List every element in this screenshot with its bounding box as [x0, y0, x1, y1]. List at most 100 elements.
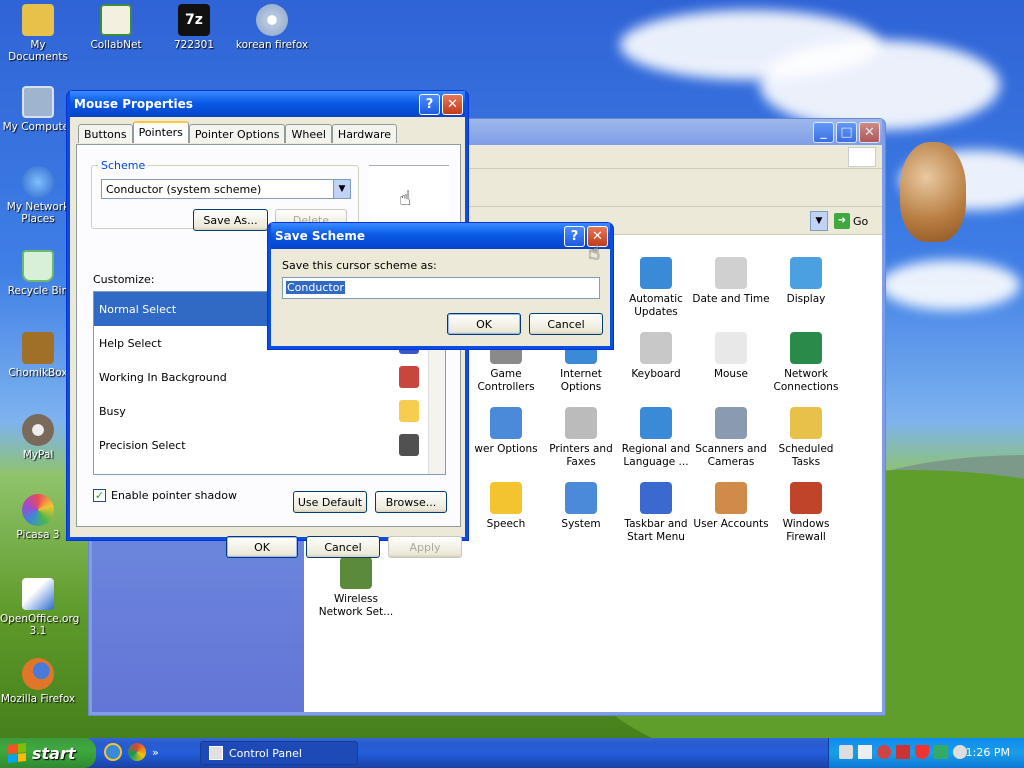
computer-icon [22, 86, 54, 118]
desktop-icon-collabnet[interactable]: CollabNet [78, 4, 154, 51]
go-arrow-icon: ➜ [834, 213, 850, 229]
cp-item-windows-firewall[interactable]: Windows Firewall [764, 482, 848, 544]
working-pointer-icon [399, 366, 419, 388]
scheduled-tasks-icon [790, 407, 822, 439]
scheme-name-input[interactable]: Conductor [282, 277, 600, 299]
hamster-mascot[interactable] [900, 142, 966, 242]
certificate-icon [100, 4, 132, 36]
address-dropdown-button[interactable]: ▼ [810, 211, 828, 231]
cp-item-automatic-updates[interactable]: Automatic Updates [614, 257, 698, 319]
cp-item-mouse[interactable]: Mouse [689, 332, 773, 381]
ok-button[interactable]: OK [447, 313, 521, 335]
tab-buttons[interactable]: Buttons [78, 124, 133, 143]
openoffice-icon [22, 578, 54, 610]
maximize-button[interactable]: □ [836, 121, 857, 143]
tab-pointers[interactable]: Pointers [132, 121, 189, 143]
internet-explorer-icon[interactable] [104, 743, 122, 761]
raccoon-icon [22, 414, 54, 446]
tray-icon-5[interactable] [934, 745, 948, 759]
windows-logo-icon [848, 147, 876, 167]
system-icon [565, 482, 597, 514]
cp-item-scheduled-tasks[interactable]: Scheduled Tasks [764, 407, 848, 469]
go-button[interactable]: ➜ Go [834, 211, 874, 231]
minimize-button[interactable]: _ [813, 121, 834, 143]
cp-item-scanners-and-cameras[interactable]: Scanners and Cameras [689, 407, 773, 469]
start-button[interactable]: start [0, 738, 96, 768]
desktop-icon-picasa[interactable]: Picasa 3 [0, 494, 76, 541]
taskbar-button-control-panel[interactable]: Control Panel [200, 741, 358, 765]
clock[interactable]: 1:26 PM [966, 746, 1010, 759]
display-icon [790, 257, 822, 289]
crosshair-pointer-icon [399, 434, 419, 456]
tab-strip: Buttons Pointers Pointer Options Wheel Hardw… [78, 121, 398, 145]
pointer-row-busy[interactable]: Busy [94, 394, 445, 428]
cd-setup-icon [256, 4, 288, 36]
close-button[interactable]: ✕ [859, 121, 880, 143]
tray-icon-2[interactable] [858, 745, 872, 759]
tab-wheel[interactable]: Wheel [285, 124, 332, 143]
cp-item-network-connections[interactable]: Network Connections [764, 332, 848, 394]
power-icon [490, 407, 522, 439]
cp-item-power-options[interactable]: wer Options [464, 407, 548, 456]
browse-button[interactable]: Browse... [375, 491, 447, 513]
desktop-icon-korean-firefox[interactable]: korean firefox [234, 4, 310, 51]
tab-pointer-options[interactable]: Pointer Options [188, 124, 286, 143]
mouse-icon [715, 332, 747, 364]
users-icon [715, 482, 747, 514]
desktop-icon-my-documents[interactable]: My Documents [0, 4, 76, 63]
firewall-icon [790, 482, 822, 514]
taskbar: start » Control Panel 1:26 PM [0, 738, 1024, 768]
desktop-icon-firefox[interactable]: Mozilla Firefox [0, 658, 76, 705]
checkbox-checked-icon[interactable]: ✓ [93, 489, 106, 502]
tray-icon-3[interactable] [877, 745, 891, 759]
apply-button[interactable]: Apply [388, 536, 462, 558]
cp-item-speech[interactable]: Speech [464, 482, 548, 531]
chevron-right-icon[interactable]: » [152, 746, 159, 759]
chomikbox-icon [22, 332, 54, 364]
tab-hardware[interactable]: Hardware [331, 124, 398, 143]
cp-item-keyboard[interactable]: Keyboard [614, 332, 698, 381]
tray-icon-1[interactable] [839, 745, 853, 759]
pointer-row-precision-select[interactable]: Precision Select [94, 428, 445, 462]
save-scheme-dialog[interactable]: Save Scheme ? ✕ Save this cursor scheme … [267, 222, 614, 350]
customize-label: Customize: [93, 273, 155, 286]
desktop-icon-722301[interactable]: 7z 722301 [156, 4, 232, 51]
google-chrome-icon[interactable] [128, 743, 146, 761]
desktop-icon-mypal[interactable]: MyPal [0, 414, 76, 461]
save-scheme-prompt: Save this cursor scheme as: [282, 259, 437, 272]
cancel-button[interactable]: Cancel [529, 313, 603, 335]
help-button[interactable]: ? [419, 93, 440, 115]
desktop-icon-recycle-bin[interactable]: Recycle Bin [0, 250, 76, 297]
quick-launch: » [104, 743, 159, 761]
recycle-bin-icon [22, 250, 54, 282]
security-shield-icon[interactable] [915, 745, 929, 759]
scheme-select[interactable]: Conductor (system scheme) ▼ [101, 179, 351, 199]
cp-item-regional-and-language[interactable]: Regional and Language ... [614, 407, 698, 469]
pointer-shadow-checkbox[interactable]: ✓ Enable pointer shadow [93, 489, 237, 502]
use-default-button[interactable]: Use Default [293, 491, 367, 513]
desktop-icon-my-computer[interactable]: My Computer [0, 86, 76, 133]
cp-item-printers-and-faxes[interactable]: Printers and Faxes [539, 407, 623, 469]
pointer-row-working-in-background[interactable]: Working In Background [94, 360, 445, 394]
cp-item-system[interactable]: System [539, 482, 623, 531]
system-tray: 1:26 PM [828, 738, 1024, 768]
save-scheme-title: Save Scheme [275, 229, 365, 243]
desktop-icon-chomikbox[interactable]: ChomikBox [0, 332, 76, 379]
tray-icon-4[interactable] [896, 745, 910, 759]
cp-item-wireless-network-set[interactable]: Wireless Network Set... [314, 557, 398, 619]
windows-flag-icon [8, 743, 26, 763]
save-as-button[interactable]: Save As... [193, 209, 268, 231]
close-button[interactable]: ✕ [442, 93, 463, 115]
cancel-button[interactable]: Cancel [306, 536, 380, 558]
cp-item-user-accounts[interactable]: User Accounts [689, 482, 773, 531]
cp-item-display[interactable]: Display [764, 257, 848, 306]
desktop-icon-my-network-places[interactable]: My Network Places [0, 166, 76, 225]
desktop-icon-openoffice[interactable]: OpenOffice.org 3.1 [0, 578, 79, 637]
network-connections-icon [790, 332, 822, 364]
ok-button[interactable]: OK [226, 536, 298, 558]
hand-cursor-icon: ☝ [588, 240, 601, 264]
cp-item-date-and-time[interactable]: Date and Time [689, 257, 773, 306]
chevron-down-icon[interactable]: ▼ [333, 180, 350, 198]
cp-item-taskbar-and-start-menu[interactable]: Taskbar and Start Menu [614, 482, 698, 544]
help-button[interactable]: ? [564, 225, 585, 247]
